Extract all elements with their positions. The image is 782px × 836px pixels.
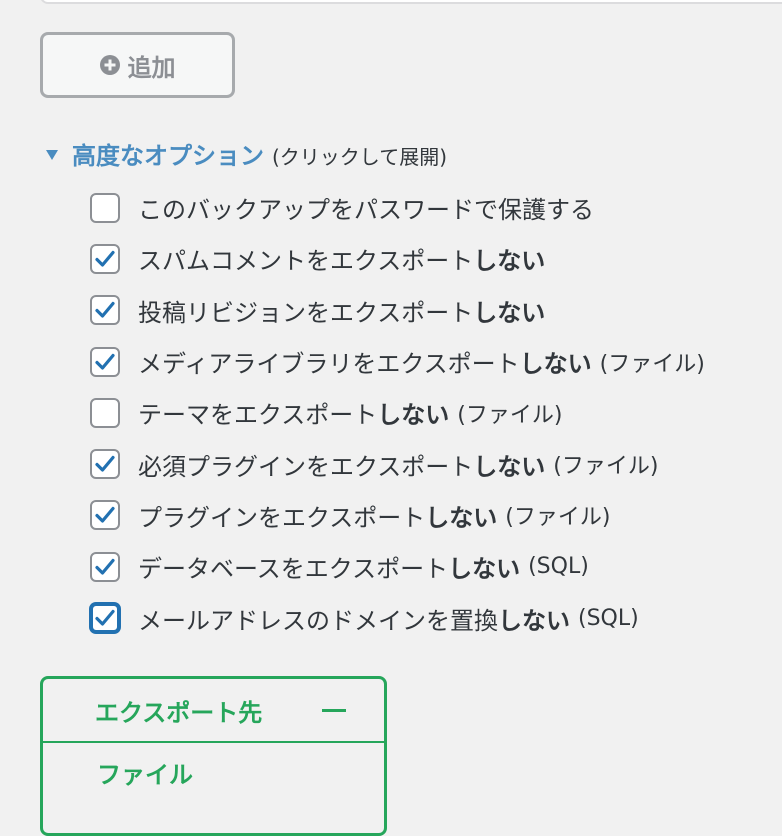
checkmark-icon	[95, 609, 115, 626]
option-label: テーマをエクスポート	[138, 401, 378, 430]
option-label-strong: しない	[473, 247, 546, 276]
option-label: スパムコメントをエクスポート	[138, 247, 474, 276]
option-label: プラグインをエクスポート	[138, 503, 426, 532]
triangle-down-icon	[46, 150, 58, 160]
option-no-post-revisions: 投稿リビジョンをエクスポート しない	[90, 285, 705, 336]
option-label: 投稿リビジョンをエクスポート	[138, 298, 474, 327]
option-label-suffix: (ファイル)	[553, 454, 659, 480]
plus-circle-icon	[99, 55, 120, 75]
option-label-strong: しない	[473, 452, 546, 481]
option-label-suffix: (SQL)	[578, 605, 639, 631]
checkmark-icon	[95, 558, 115, 575]
add-button-label: 追加	[127, 53, 176, 82]
option-label-strong: しない	[498, 606, 570, 635]
option-label-strong: しない	[377, 401, 450, 430]
checkbox[interactable]	[90, 551, 120, 582]
option-label-suffix: (ファイル)	[457, 402, 563, 428]
option-no-spam-comments: スパムコメントをエクスポート しない	[90, 233, 705, 284]
advanced-options-hint: (クリックして展開)	[272, 145, 448, 169]
checkmark-icon	[95, 507, 115, 524]
option-label-suffix: (ファイル)	[505, 505, 611, 531]
option-no-media-library: メディアライブラリをエクスポート しない (ファイル)	[90, 336, 705, 387]
checkbox[interactable]	[90, 295, 120, 326]
checkmark-icon	[95, 250, 115, 267]
option-label-strong: しない	[473, 298, 546, 327]
checkbox[interactable]	[90, 500, 120, 531]
checkbox[interactable]	[90, 192, 120, 223]
checkbox[interactable]	[90, 346, 120, 377]
export-destination-title: エクスポート先	[95, 698, 263, 727]
export-destination-file[interactable]: ファイル	[43, 755, 384, 790]
option-label: データベースをエクスポート	[138, 555, 449, 584]
checkmark-icon	[95, 302, 115, 318]
minus-icon[interactable]	[322, 708, 346, 712]
option-label-strong: しない	[448, 555, 521, 584]
option-label-suffix: (ファイル)	[599, 351, 705, 377]
advanced-options-title[interactable]: 高度なオプション	[72, 136, 264, 171]
checkmark-icon	[95, 353, 115, 370]
checkbox[interactable]	[90, 449, 120, 480]
checkbox[interactable]	[90, 243, 120, 274]
advanced-options-toggle[interactable]: 高度なオプション (クリックして展開)	[46, 136, 447, 171]
option-label: このバックアップをパスワードで保護する	[138, 196, 594, 225]
option-label-strong: しない	[519, 350, 592, 379]
export-destination-header[interactable]: エクスポート先	[43, 679, 384, 743]
option-label: メディアライブラリをエクスポート	[138, 350, 520, 379]
option-no-email-domain-replace: メールアドレスのドメインを置換 しない (SQL)	[90, 592, 705, 643]
option-no-must-use-plugins: 必須プラグインをエクスポート しない (ファイル)	[90, 438, 705, 489]
option-no-themes: テーマをエクスポート しない (ファイル)	[90, 387, 705, 438]
export-destination-panel: エクスポート先 ファイル	[40, 676, 387, 836]
checkbox[interactable]	[90, 603, 120, 634]
option-label-suffix: (SQL)	[528, 554, 589, 580]
option-no-database: データベースをエクスポート しない (SQL)	[90, 541, 705, 592]
option-label-strong: しない	[425, 503, 498, 532]
option-password-protect: このバックアップをパスワードで保護する	[90, 182, 705, 233]
advanced-options-list: このバックアップをパスワードで保護する スパムコメントをエクスポート しない 投稿…	[90, 182, 705, 644]
option-no-plugins: プラグインをエクスポート しない (ファイル)	[90, 490, 705, 541]
add-button[interactable]: 追加	[40, 32, 235, 98]
option-label: メールアドレスのドメインを置換	[138, 606, 498, 635]
option-label: 必須プラグインをエクスポート	[138, 452, 474, 481]
checkbox[interactable]	[90, 397, 120, 428]
checkmark-icon	[95, 456, 115, 472]
top-input-field[interactable]	[40, 0, 782, 4]
